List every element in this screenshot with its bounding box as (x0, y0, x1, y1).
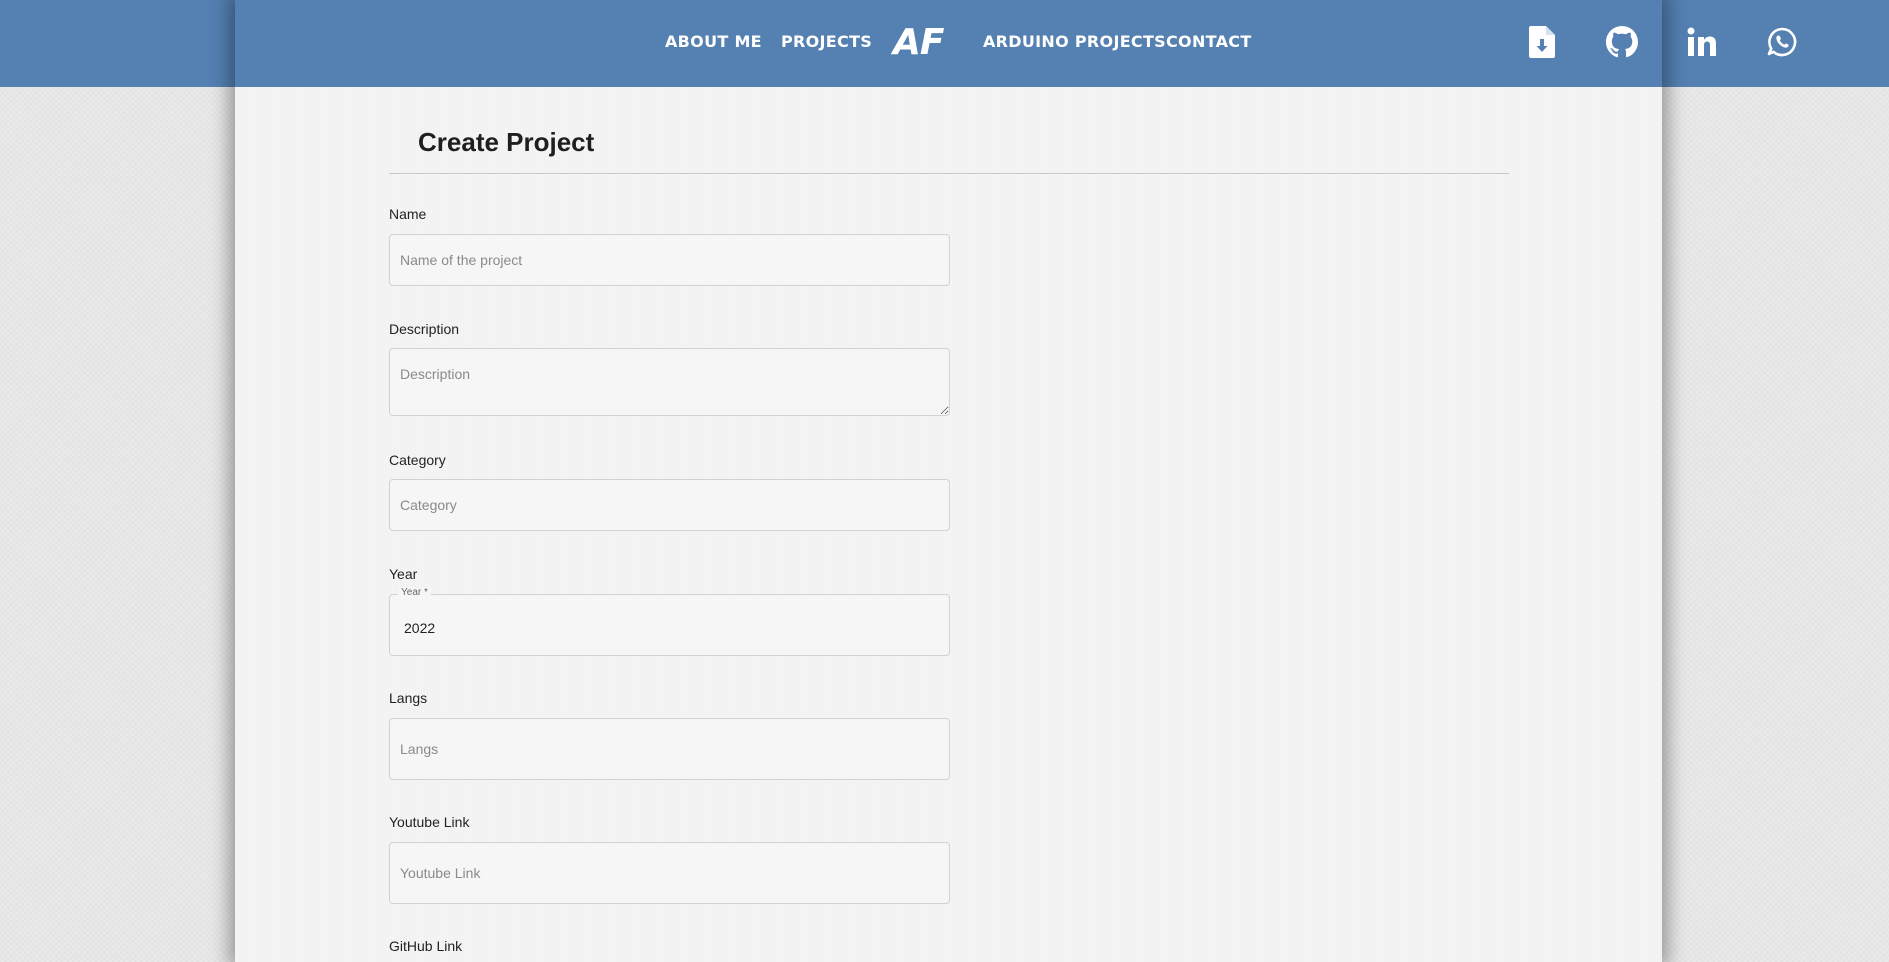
nav-link-arduino-projects[interactable]: ARDUINO PROJECTS (983, 32, 1166, 51)
page-container: ABOUT ME PROJECTS AF ARDUINO PROJECTS CO… (235, 0, 1797, 962)
nav-link-contact[interactable]: CONTACT (1166, 32, 1252, 51)
langs-input[interactable] (389, 718, 950, 780)
top-navbar: ABOUT ME PROJECTS AF ARDUINO PROJECTS CO… (235, 0, 1797, 87)
nav-link-projects[interactable]: PROJECTS (781, 32, 872, 51)
year-field-legend: Year * (398, 587, 431, 598)
category-input[interactable] (389, 479, 950, 531)
github-link-label: GitHub Link (389, 938, 463, 954)
linkedin-icon[interactable] (1685, 24, 1719, 60)
nav-link-about-me[interactable]: ABOUT ME (665, 32, 762, 51)
title-divider (389, 173, 1509, 174)
whatsapp-icon[interactable] (1765, 24, 1799, 60)
site-logo[interactable]: AF (893, 22, 944, 63)
youtube-link-input[interactable] (389, 842, 950, 904)
name-input[interactable] (389, 234, 950, 286)
file-download-icon[interactable] (1525, 24, 1559, 60)
langs-label: Langs (389, 690, 428, 706)
year-field[interactable]: Year * (389, 587, 950, 656)
description-label: Description (389, 321, 460, 337)
year-input[interactable] (404, 620, 904, 636)
page-title: Create Project (418, 127, 595, 157)
github-icon[interactable] (1605, 24, 1639, 60)
name-label: Name (389, 206, 427, 222)
description-textarea[interactable] (389, 348, 950, 416)
youtube-link-label: Youtube Link (389, 814, 470, 830)
year-label: Year (389, 566, 418, 582)
category-label: Category (389, 452, 446, 468)
